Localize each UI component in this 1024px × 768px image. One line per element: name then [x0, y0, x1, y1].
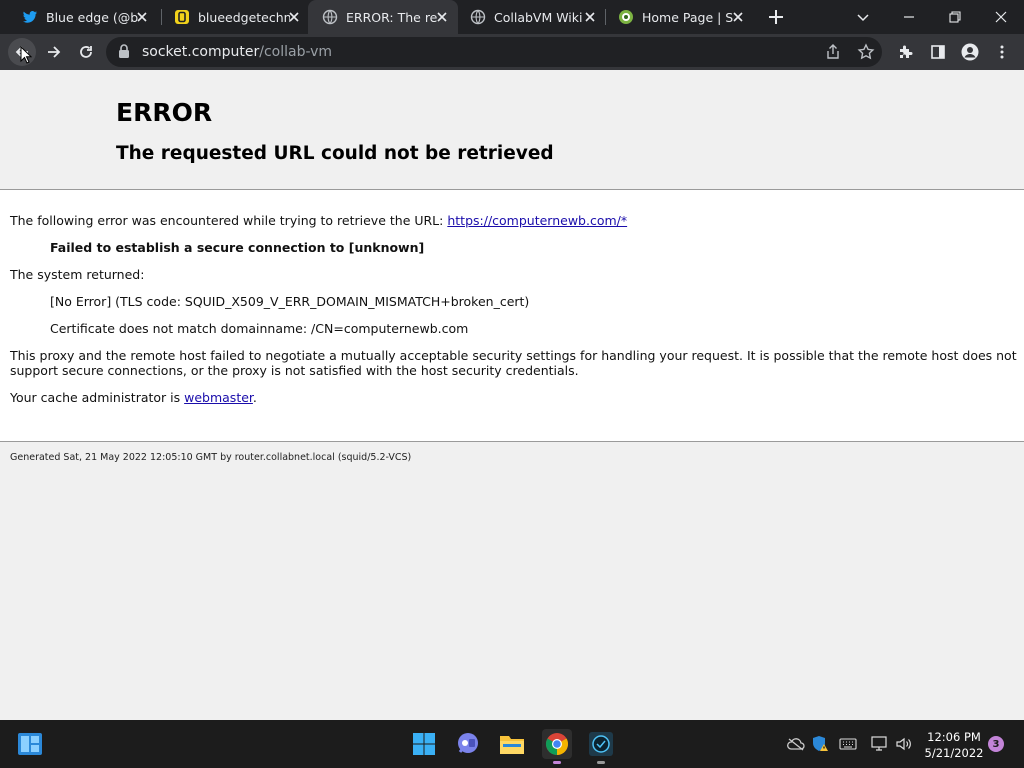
browser-toolbar: socket.computer/collab-vm	[0, 34, 1024, 70]
tab-title: blueedgetechno	[198, 10, 290, 25]
volume-tray-button[interactable]	[894, 734, 914, 754]
minimize-icon	[904, 16, 914, 18]
cloud-offline-icon	[787, 738, 805, 751]
tab-strip: Blue edge (@blu blueedgetechno ERROR: Th…	[0, 0, 1024, 36]
teams-chat-icon	[458, 733, 478, 753]
reload-button[interactable]	[72, 38, 100, 66]
share-icon[interactable]	[824, 43, 842, 61]
widgets-icon	[18, 733, 42, 755]
proxy-explanation-line-2: support secure connections, or the proxy…	[10, 363, 579, 378]
kebab-menu-icon	[1000, 45, 1004, 59]
address-bar[interactable]: socket.computer/collab-vm	[106, 37, 882, 67]
tab-twitter[interactable]: Blue edge (@blu	[8, 0, 158, 34]
running-app-indicator	[597, 761, 605, 764]
close-tab-icon[interactable]	[286, 9, 302, 25]
side-panel-button[interactable]	[924, 38, 952, 66]
speaker-icon	[896, 737, 911, 751]
mouse-cursor-icon	[20, 46, 32, 64]
tab-title: ERROR: The requ	[346, 10, 438, 25]
taskbar: 12:06 PM 5/21/2022	[0, 720, 1024, 768]
system-returned-label: The system returned:	[10, 267, 145, 282]
close-window-button[interactable]	[978, 0, 1024, 34]
globe-icon	[322, 9, 338, 25]
error-url-line: The following error was encountered whil…	[10, 213, 627, 228]
tls-error-detail: [No Error] (TLS code: SQUID_X509_V_ERR_D…	[50, 294, 530, 309]
extensions-button[interactable]	[892, 38, 920, 66]
close-tab-icon[interactable]	[582, 9, 598, 25]
terminal-app-icon	[589, 732, 613, 756]
keyboard-tray-button[interactable]	[838, 734, 858, 754]
certificate-detail: Certificate does not match domainname: /…	[50, 321, 469, 336]
start-icon	[413, 733, 435, 755]
close-icon	[995, 11, 1007, 23]
tab-title: CollabVM Wiki	[494, 10, 583, 25]
close-tab-icon[interactable]	[434, 9, 450, 25]
network-monitor-icon	[871, 736, 887, 751]
widgets-button[interactable]	[15, 729, 45, 759]
security-tray-button[interactable]	[810, 734, 830, 754]
restore-icon	[949, 11, 961, 23]
restore-button[interactable]	[932, 0, 978, 34]
notification-badge[interactable]: 3	[988, 736, 1004, 752]
tab-blueedgetechno[interactable]: blueedgetechno	[160, 0, 310, 34]
error-body: The following error was encountered whil…	[0, 190, 1024, 442]
url-text[interactable]: socket.computer/collab-vm	[142, 44, 332, 60]
chrome-icon	[546, 733, 568, 755]
active-app-indicator	[553, 761, 561, 764]
bookmark-star-icon[interactable]	[857, 43, 875, 61]
minimize-button[interactable]	[886, 0, 932, 34]
chevron-down-icon	[857, 14, 869, 22]
file-explorer-button[interactable]	[497, 729, 527, 759]
start-button[interactable]	[409, 729, 439, 759]
terminal-app-button[interactable]	[586, 729, 616, 764]
cache-admin-line: Your cache administrator is webmaster.	[10, 390, 257, 405]
menu-button[interactable]	[988, 38, 1016, 66]
proxy-explanation-line-1: This proxy and the remote host failed to…	[10, 348, 1017, 363]
twitter-icon	[23, 11, 37, 23]
tab-home-page[interactable]: Home Page | Se	[604, 0, 754, 34]
forward-button[interactable]	[40, 38, 68, 66]
tab-title: Blue edge (@blu	[46, 10, 138, 25]
page-title: ERROR	[116, 98, 213, 127]
file-explorer-icon	[500, 736, 524, 754]
cache-admin-text: Your cache administrator is	[10, 390, 185, 405]
error-url-text: The following error was encountered whil…	[10, 213, 448, 228]
keyboard-icon	[839, 738, 857, 750]
puzzle-icon	[900, 45, 913, 58]
error-url-link[interactable]: https://computernewb.com/*	[447, 213, 627, 228]
tab-search-button[interactable]	[840, 0, 886, 34]
tab-error-active[interactable]: ERROR: The requ	[308, 0, 458, 36]
shield-warning-icon	[813, 736, 828, 751]
error-header: ERROR The requested URL could not be ret…	[0, 70, 1024, 190]
profile-avatar-icon	[961, 43, 979, 61]
clock-time: 12:06 PM	[927, 730, 981, 744]
clock[interactable]: 12:06 PM 5/21/2022	[922, 729, 986, 761]
reload-icon	[80, 46, 92, 58]
arrow-right-icon	[48, 46, 61, 58]
globe-icon	[470, 9, 486, 25]
chrome-button[interactable]	[542, 729, 572, 764]
lock-icon[interactable]	[118, 44, 130, 59]
new-tab-icon[interactable]	[766, 7, 786, 27]
webmaster-link[interactable]: webmaster	[184, 390, 253, 405]
url-host: socket.computer	[142, 44, 260, 60]
side-panel-icon	[931, 45, 945, 59]
tab-title: Home Page | Se	[642, 10, 734, 25]
url-path: /collab-vm	[259, 44, 333, 60]
teams-chat-button[interactable]	[453, 729, 483, 759]
page-viewport: ERROR The requested URL could not be ret…	[0, 70, 1024, 720]
cloud-offline-tray-button[interactable]	[786, 734, 806, 754]
generated-footer: Generated Sat, 21 May 2022 12:05:10 GMT …	[10, 452, 412, 463]
close-tab-icon[interactable]	[134, 9, 150, 25]
close-tab-icon[interactable]	[730, 9, 746, 25]
cache-admin-period: .	[252, 390, 257, 405]
blueedge-favicon-icon	[175, 10, 189, 24]
profile-button[interactable]	[956, 38, 984, 66]
clock-date: 5/21/2022	[924, 746, 984, 760]
tab-collabvm-wiki[interactable]: CollabVM Wiki	[456, 0, 606, 34]
failed-message: Failed to establish a secure connection …	[50, 240, 425, 255]
page-subtitle: The requested URL could not be retrieved	[116, 143, 554, 164]
site-favicon-icon	[619, 10, 633, 24]
network-tray-button[interactable]	[870, 734, 890, 754]
